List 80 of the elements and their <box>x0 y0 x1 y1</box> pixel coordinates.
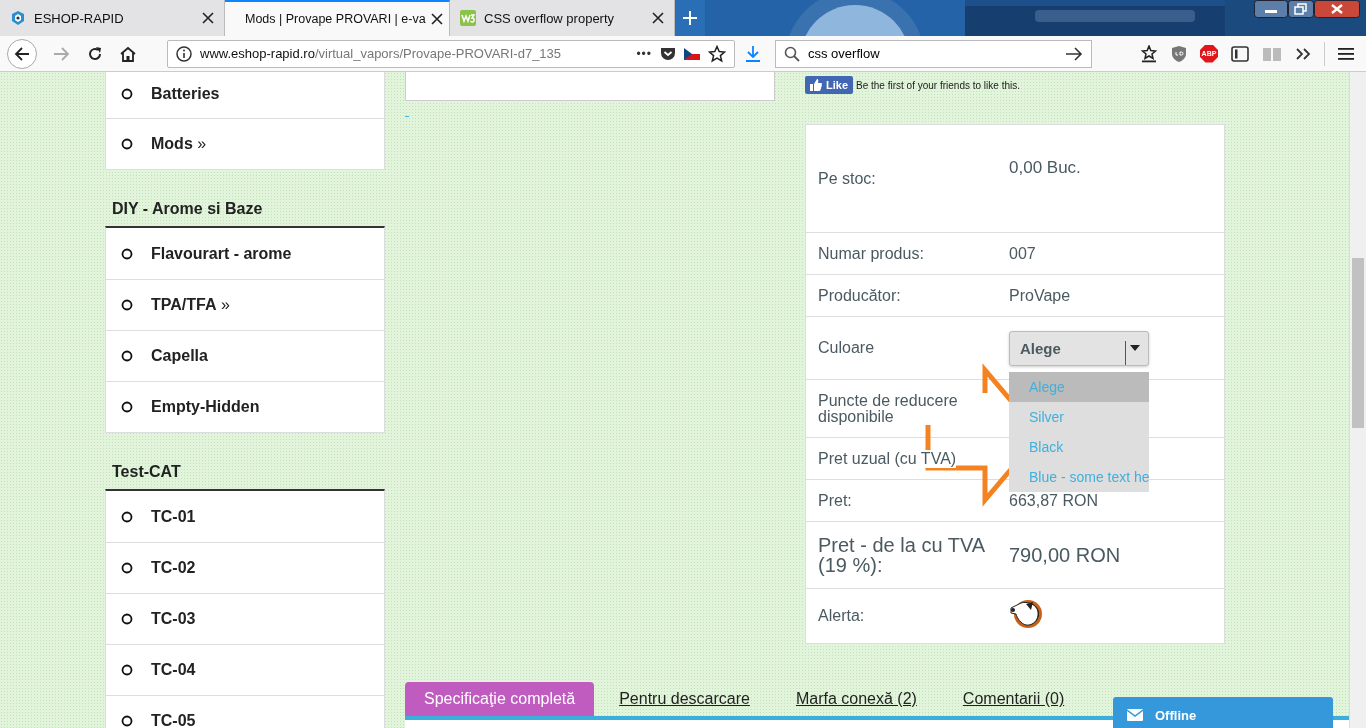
shield-icon[interactable] <box>1171 44 1187 63</box>
bullet-icon <box>121 350 133 362</box>
category-item[interactable]: TC-01 <box>106 491 384 542</box>
product-tab[interactable]: Specificaţie completă <box>405 682 595 716</box>
browser-tab[interactable]: ESHOP-RAPID <box>0 0 225 36</box>
category-item[interactable]: Empty-Hidden <box>106 381 384 432</box>
plus-icon <box>683 11 697 25</box>
category-item[interactable]: Capella <box>106 330 384 381</box>
tab-title: ESHOP-RAPID <box>34 10 125 26</box>
field-value: 790,00 RON <box>1009 543 1122 567</box>
browser-tab[interactable]: CSS overflow property <box>450 0 675 36</box>
new-tab-button[interactable] <box>675 0 705 36</box>
home-icon[interactable] <box>119 45 137 62</box>
close-icon[interactable] <box>1314 0 1360 18</box>
menu-icon[interactable] <box>1338 46 1354 61</box>
address-bar[interactable]: www.eshop-rapid.ro/virtual_vapors/Provape-PROVARI-d7_135 ••• <box>167 39 735 68</box>
bullet-icon <box>121 401 133 413</box>
category-item[interactable]: TC-04 <box>106 644 384 695</box>
category-heading: DIY - Arome si Baze <box>111 199 264 219</box>
info-icon[interactable] <box>176 45 192 62</box>
more-button[interactable]: ••• <box>636 46 652 61</box>
product-tab[interactable]: Pentru descarcare <box>596 690 773 716</box>
search-icon <box>784 45 800 62</box>
back-button[interactable] <box>7 38 37 69</box>
bullet-icon <box>121 138 133 150</box>
thumbs-up-icon <box>810 79 822 91</box>
product-tab[interactable]: Marfa conexă (2) <box>772 690 940 716</box>
category-item[interactable]: TC-02 <box>106 542 384 593</box>
dog-icon[interactable] <box>1009 598 1043 630</box>
bullet-icon <box>121 510 133 523</box>
caret-icon <box>1130 345 1140 351</box>
field-label: Numar produs: <box>818 244 924 263</box>
go-arrow-icon[interactable] <box>1065 46 1083 61</box>
overflow-icon[interactable] <box>1295 46 1311 61</box>
category-item[interactable]: TC-05 <box>106 695 384 728</box>
url-text: www.eshop-rapid.ro/virtual_vapors/Provape-PROVARI-d7_135 <box>200 46 563 61</box>
close-icon[interactable] <box>202 12 214 24</box>
product-tab[interactable]: Comentarii (0) <box>939 690 1088 716</box>
category-item[interactable]: Flavourart - arome <box>106 228 384 279</box>
bullet-icon <box>121 88 133 100</box>
field-value: 663,87 RON <box>1009 491 1099 510</box>
back-arrow-icon <box>14 46 30 61</box>
tab-title: CSS overflow property <box>484 10 616 26</box>
bullet-icon <box>121 562 133 574</box>
scrollbar[interactable] <box>1349 72 1366 728</box>
reload-icon[interactable] <box>87 45 103 62</box>
category-item[interactable]: Batteries <box>106 72 384 118</box>
browser-tab[interactable]: Mods | Provape PROVARI | e-va <box>225 0 450 36</box>
bullet-icon <box>121 247 133 260</box>
sidebar-icon[interactable] <box>1231 45 1249 62</box>
minimize-icon[interactable] <box>1254 0 1288 18</box>
shield-icon <box>10 10 26 26</box>
field-value: 0,00 Buc. <box>1009 158 1082 178</box>
dash-mark <box>405 116 409 117</box>
category-item[interactable]: TPA/TFA » <box>106 279 384 330</box>
bullet-icon <box>121 613 133 625</box>
pocket-icon[interactable] <box>660 45 676 62</box>
mail-icon <box>1127 709 1143 721</box>
category-heading: Test-CAT <box>111 462 182 482</box>
like-button[interactable]: Like <box>805 76 853 94</box>
close-icon[interactable] <box>652 12 664 24</box>
bookmarks-icon[interactable] <box>1140 44 1158 63</box>
w3-icon <box>460 10 476 26</box>
search-field[interactable]: css overflow <box>775 39 1092 68</box>
star-icon[interactable] <box>708 44 726 63</box>
flag-icon <box>684 47 700 60</box>
color-dropdown[interactable]: Alege <box>1009 330 1149 366</box>
restore-icon[interactable] <box>1288 0 1314 18</box>
tab-title: Mods | Provape PROVARI | e-va <box>245 12 427 26</box>
field-value: 007 <box>1009 244 1037 263</box>
bullet-icon <box>121 299 133 311</box>
like-caption: Be the first of your friends to like this. <box>856 79 1020 91</box>
category-item[interactable]: Mods » <box>106 118 384 169</box>
bullet-icon <box>121 664 133 676</box>
field-label: Pret uzual (cu TVA) <box>818 449 957 468</box>
field-value: ProVape <box>1009 286 1072 305</box>
close-icon[interactable] <box>431 13 443 25</box>
bullet-icon <box>121 715 133 727</box>
download-icon[interactable] <box>745 44 761 63</box>
category-item[interactable]: TC-03 <box>106 593 384 644</box>
